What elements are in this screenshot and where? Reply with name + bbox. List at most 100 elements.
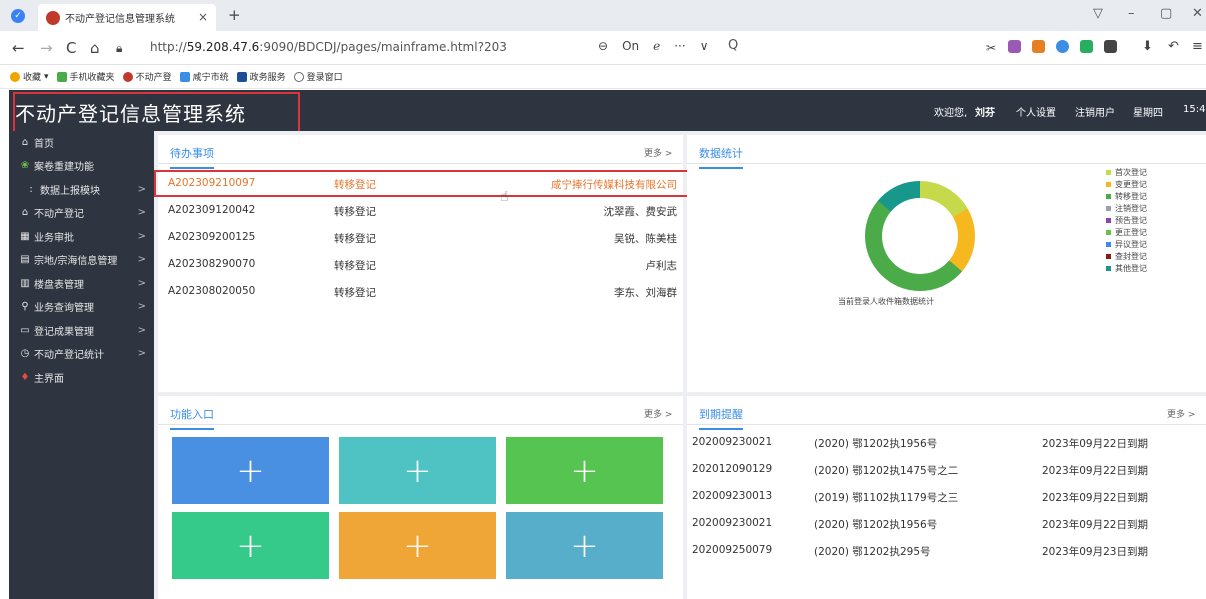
legend-swatch <box>1106 206 1111 211</box>
case-number: 202009230013 <box>692 490 773 502</box>
extension-icon[interactable] <box>1056 40 1069 53</box>
pin-icon[interactable]: ▽ <box>1093 6 1103 21</box>
minimize-button[interactable]: – <box>1128 6 1135 21</box>
todo-more-link[interactable]: 更多 > <box>644 146 672 159</box>
sidebar-item-statistics[interactable]: ◷ 不动产登记统计 > <box>9 342 154 365</box>
ie-icon[interactable]: ℯ <box>653 39 660 53</box>
search-box[interactable]: Q <box>728 38 968 58</box>
sidebar-item-query[interactable]: ⚲ 业务查询管理 > <box>9 295 154 318</box>
tab-close-icon[interactable]: × <box>198 10 208 24</box>
function-tile-3[interactable]: + <box>506 437 663 504</box>
legend-item[interactable]: 注销登记 <box>1106 203 1196 214</box>
expiry-more-link[interactable]: 更多 > <box>1167 407 1195 420</box>
sidebar-item-parcel[interactable]: ▤ 宗地/宗海信息管理 > <box>9 248 154 271</box>
close-window-button[interactable]: ✕ <box>1192 6 1203 21</box>
todo-row[interactable]: A202309200125 转移登记 吴锐、陈美桂 <box>158 224 683 251</box>
todo-title[interactable]: 待办事项 <box>170 145 214 169</box>
sidebar-item-label: 业务审批 <box>34 233 74 244</box>
legend-item[interactable]: 预告登记 <box>1106 215 1196 226</box>
calendar-icon: ▦ <box>20 231 30 242</box>
sidebar-item-results[interactable]: ▭ 登记成果管理 > <box>9 319 154 342</box>
function-tile-1[interactable]: + <box>172 437 329 504</box>
sidebar-item-data-report[interactable]: : 数据上报模块 > <box>9 178 154 201</box>
logout-link[interactable]: 注销用户 <box>1075 104 1115 119</box>
sidebar-item-label: 案卷重建功能 <box>34 162 94 173</box>
bookmark-xianning[interactable]: 咸宁市统 <box>179 70 229 83</box>
function-tile-2[interactable]: + <box>339 437 496 504</box>
site-icon <box>122 71 133 82</box>
undo-icon[interactable]: ↶ <box>1168 39 1179 54</box>
url-field[interactable]: http://59.208.47.6:9090/BDCDJ/pages/main… <box>150 40 507 54</box>
sidebar-item-approval[interactable]: ▦ 业务审批 > <box>9 225 154 248</box>
bookmark-gov-service[interactable]: 政务服务 <box>236 70 286 83</box>
bookmark-mobile[interactable]: 手机收藏夹 <box>56 70 115 83</box>
legend-swatch <box>1106 194 1111 199</box>
expiry-row[interactable]: 202009230021 (2020) 鄂1202执1956号 2023年09月… <box>687 429 1203 456</box>
chevron-right-icon: > <box>137 184 146 195</box>
bookmark-label: 登录窗口 <box>306 73 343 83</box>
certificate-number: (2020) 鄂1202执295号 <box>814 546 931 558</box>
legend-item[interactable]: 更正登记 <box>1106 227 1196 238</box>
case-party: 李东、刘海群 <box>614 287 677 299</box>
zoom-icon[interactable]: ⊖ <box>598 39 608 53</box>
phone-icon <box>56 71 67 82</box>
legend-item[interactable]: 其他登记 <box>1106 263 1196 274</box>
site-icon <box>179 71 190 82</box>
bookmark-bdc[interactable]: 不动产登 <box>122 70 172 83</box>
stats-title[interactable]: 数据统计 <box>699 145 743 169</box>
expiry-title[interactable]: 到期提醒 <box>699 406 743 430</box>
personal-settings-link[interactable]: 个人设置 <box>1016 104 1056 119</box>
todo-row[interactable]: A202308020050 转移登记 李东、刘海群 <box>158 278 683 305</box>
extension-icon[interactable] <box>1032 40 1045 53</box>
reload-button[interactable]: C <box>66 39 76 57</box>
todo-row[interactable]: A202309120042 转移登记 沈翠霞、费安武 <box>158 197 683 224</box>
sidebar-item-home[interactable]: ⌂ 首页 <box>9 131 154 154</box>
bookmark-login[interactable]: 登录窗口 <box>293 70 343 83</box>
leaf-icon: ❀ <box>20 160 30 171</box>
legend-item[interactable]: 转移登记 <box>1106 191 1196 202</box>
sidebar-item-rebuild[interactable]: ❀ 案卷重建功能 <box>9 154 154 177</box>
legend-label: 变更登记 <box>1115 180 1147 189</box>
download-icon[interactable]: ⬇ <box>1142 39 1153 54</box>
function-tile-5[interactable]: + <box>339 512 496 579</box>
function-tile-6[interactable]: + <box>506 512 663 579</box>
browser-tab[interactable]: 不动产登记信息管理系统 × <box>38 4 216 31</box>
expiry-row[interactable]: 202009250079 (2020) 鄂1202执295号 2023年09月2… <box>687 537 1203 564</box>
key-icon[interactable]: On <box>622 39 639 53</box>
bookmark-label: 咸宁市统 <box>192 73 229 83</box>
extension-icon[interactable] <box>1080 40 1093 53</box>
legend-item[interactable]: 变更登记 <box>1106 179 1196 190</box>
expiry-row[interactable]: 202012090129 (2020) 鄂1202执1475号之二 2023年0… <box>687 456 1203 483</box>
forward-button[interactable]: → <box>40 39 53 57</box>
restore-button[interactable]: ▢ <box>1160 6 1172 21</box>
sidebar-item-main[interactable]: ♦ 主界面 <box>9 366 154 389</box>
functions-more-link[interactable]: 更多 > <box>644 407 672 420</box>
sidebar-item-label: 不动产登记统计 <box>34 350 104 361</box>
menu-icon[interactable]: ≡ <box>1192 39 1203 54</box>
functions-title[interactable]: 功能入口 <box>170 406 214 430</box>
house-icon: ⌂ <box>21 207 29 218</box>
extension-icon[interactable] <box>1008 40 1021 53</box>
dropdown-icon[interactable]: ∨ <box>700 39 709 53</box>
chevron-right-icon: > <box>137 207 146 218</box>
scissors-icon[interactable]: ✂ <box>986 41 996 55</box>
legend-item[interactable]: 异议登记 <box>1106 239 1196 250</box>
more-icon[interactable]: ··· <box>674 39 685 53</box>
sidebar-item-building[interactable]: ▥ 楼盘表管理 > <box>9 272 154 295</box>
sidebar-item-registration[interactable]: ⌂ 不动产登记 > <box>9 201 154 224</box>
legend-item[interactable]: 首次登记 <box>1106 167 1196 178</box>
back-button[interactable]: ← <box>12 39 25 57</box>
new-tab-button[interactable]: + <box>228 6 241 24</box>
home-button[interactable]: ⌂ <box>90 39 100 57</box>
function-tile-4[interactable]: + <box>172 512 329 579</box>
expiry-row[interactable]: 202009230021 (2020) 鄂1202执1956号 2023年09月… <box>687 510 1203 537</box>
todo-row[interactable]: A202308290070 转移登记 卢利志 <box>158 251 683 278</box>
sidebar-item-label: 首页 <box>34 139 54 150</box>
bookmark-favorites[interactable]: 收藏 ▾ <box>10 70 49 83</box>
apps-icon[interactable] <box>1104 40 1117 53</box>
bookmarks-bar: 收藏 ▾ 手机收藏夹 不动产登 咸宁市统 政务服务 登录窗口 <box>0 65 1206 89</box>
sidebar-item-label: 不动产登记 <box>34 209 84 220</box>
expiry-row[interactable]: 202009230013 (2019) 鄂1102执1179号之三 2023年0… <box>687 483 1203 510</box>
legend-item[interactable]: 查封登记 <box>1106 251 1196 262</box>
case-party: 卢利志 <box>645 260 678 272</box>
